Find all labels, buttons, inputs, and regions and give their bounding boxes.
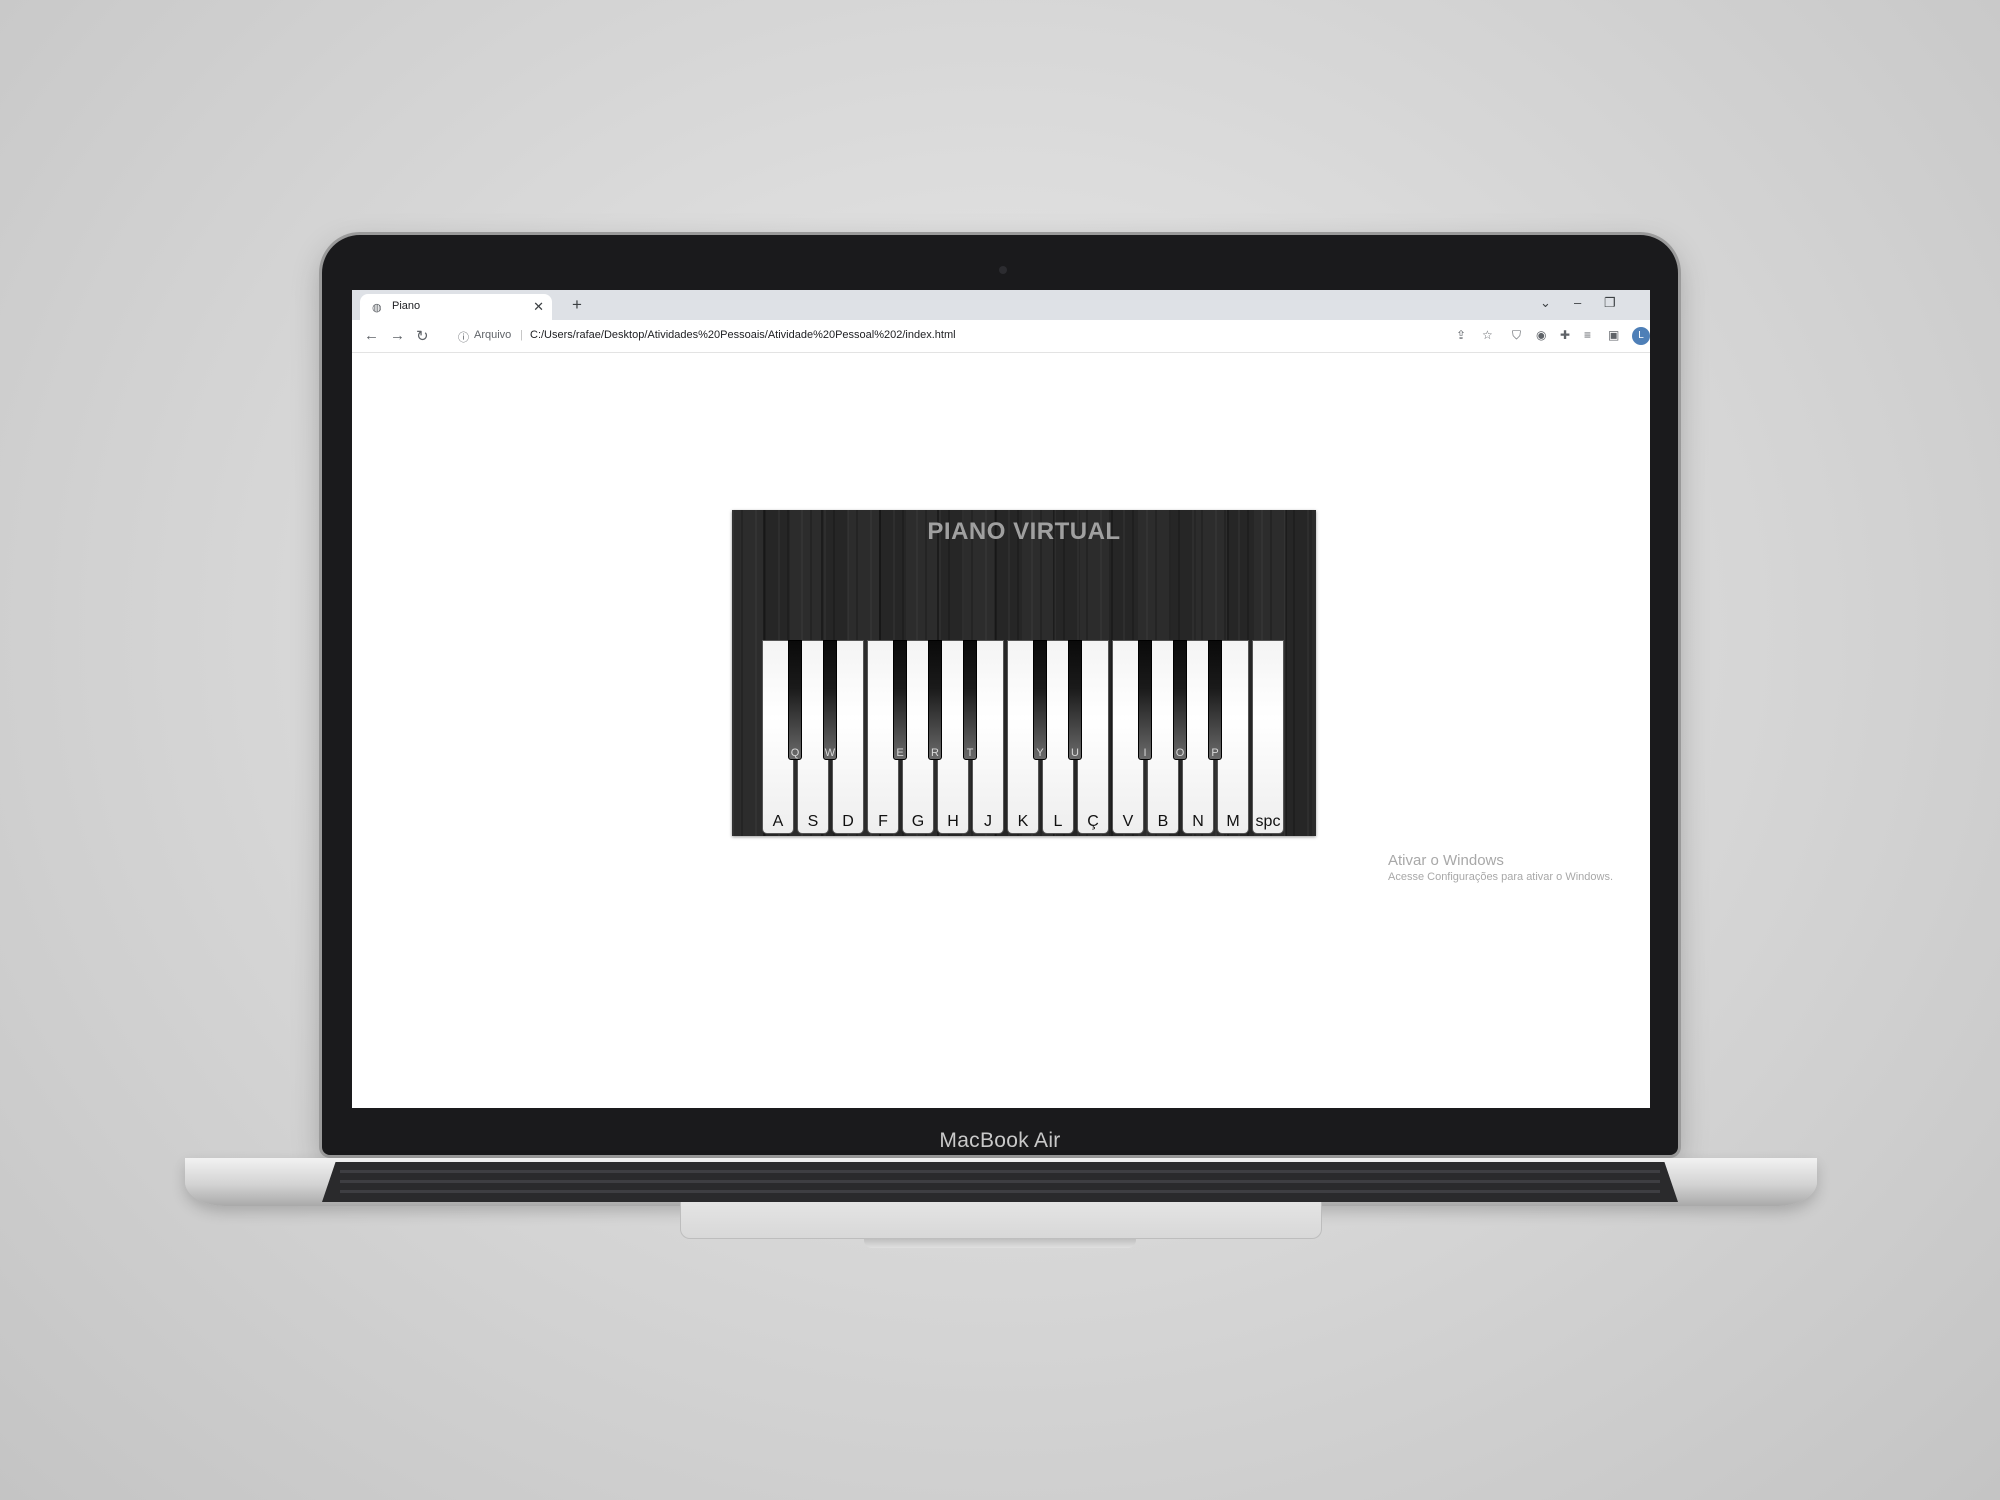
white-key-label: G — [911, 813, 925, 830]
white-key-label: A — [772, 813, 784, 830]
tab-bar: ◍ Piano ✕ + ⌄ – ❐ — [352, 290, 1650, 320]
trackpad — [680, 1202, 1322, 1239]
reload-button[interactable]: ↻ — [416, 327, 429, 345]
black-key-0[interactable]: Q — [788, 640, 802, 760]
new-tab-button[interactable]: + — [572, 295, 582, 315]
black-key-label: Q — [790, 747, 800, 759]
restore-button[interactable]: ❐ — [1604, 295, 1616, 311]
browser-toolbar: ← → ↻ ⓘ Arquivo | C:/Users/rafae/Desktop… — [352, 320, 1650, 353]
media-icon[interactable]: ≡ — [1584, 328, 1591, 342]
black-key-6[interactable]: U — [1068, 640, 1082, 760]
black-key-label: O — [1175, 747, 1185, 759]
white-key-label: J — [984, 813, 992, 830]
key-row — [340, 1180, 1660, 1183]
white-key-label: H — [947, 813, 959, 830]
black-key-9[interactable]: P — [1208, 640, 1222, 760]
shield-icon[interactable]: ⛉ — [1512, 328, 1521, 343]
white-key-label: F — [878, 813, 888, 830]
sidebar-icon[interactable]: ▣ — [1608, 328, 1619, 342]
url-text[interactable]: C:/Users/rafae/Desktop/Atividades%20Pess… — [530, 329, 956, 341]
black-key-7[interactable]: I — [1138, 640, 1152, 760]
key-row — [340, 1170, 1660, 1173]
lid-notch — [864, 1238, 1136, 1248]
tab-search-icon[interactable]: ⌄ — [1540, 295, 1551, 311]
white-key-label: B — [1157, 813, 1169, 830]
tab-title: Piano — [392, 300, 421, 312]
address-separator: | — [520, 329, 523, 341]
puzzle-icon[interactable]: ✚ — [1560, 328, 1570, 342]
black-key-2[interactable]: E — [893, 640, 907, 760]
forward-button[interactable]: → — [390, 327, 405, 344]
extension-circle-icon[interactable]: ◉ — [1536, 328, 1546, 342]
share-icon[interactable]: ⇪ — [1456, 328, 1466, 342]
close-tab-icon[interactable]: ✕ — [533, 299, 544, 315]
white-key-label: L — [1053, 813, 1063, 830]
white-key-label: spc — [1255, 813, 1281, 830]
black-key-label: I — [1143, 747, 1147, 759]
white-key-label: Ç — [1087, 813, 1099, 830]
watermark-subtitle: Acesse Configurações para ativar o Windo… — [1388, 871, 1613, 883]
black-key-3[interactable]: R — [928, 640, 942, 760]
windows-activation-watermark: Ativar o Windows Acesse Configurações pa… — [1388, 852, 1613, 883]
back-button[interactable]: ← — [364, 327, 379, 344]
black-key-1[interactable]: W — [823, 640, 837, 760]
black-key-label: W — [824, 747, 836, 759]
white-key-14[interactable]: spc — [1252, 640, 1284, 834]
black-key-label: U — [1071, 747, 1079, 759]
site-info-icon[interactable]: ⓘ — [458, 329, 469, 345]
white-key-label: M — [1226, 813, 1240, 830]
piano: PIANO VIRTUAL A S D F G H J K L Ç V B N Mspc Q W E R T Y U I… — [732, 510, 1316, 836]
black-key-label: E — [896, 747, 904, 759]
screen: ◍ Piano ✕ + ⌄ – ❐ ← → ↻ ⓘ Arquivo | C:/U… — [352, 290, 1650, 1108]
black-key-label: T — [966, 747, 974, 759]
black-key-label: P — [1211, 747, 1219, 759]
black-key-label: R — [931, 747, 939, 759]
black-key-5[interactable]: Y — [1033, 640, 1047, 760]
white-key-label: V — [1122, 813, 1134, 830]
minimize-button[interactable]: – — [1574, 295, 1581, 310]
profile-avatar[interactable]: L — [1632, 327, 1650, 345]
webcam — [999, 266, 1007, 274]
white-key-label: K — [1017, 813, 1029, 830]
watermark-title: Ativar o Windows — [1388, 852, 1504, 869]
white-key-label: N — [1192, 813, 1204, 830]
device-brand-label: MacBook Air — [939, 1129, 1061, 1152]
black-key-label: Y — [1036, 747, 1044, 759]
piano-title: PIANO VIRTUAL — [927, 518, 1121, 545]
key-row — [340, 1190, 1660, 1193]
globe-icon: ◍ — [372, 302, 382, 314]
address-bar[interactable]: ⓘ Arquivo | C:/Users/rafae/Desktop/Ativi… — [448, 324, 1448, 348]
star-icon[interactable]: ☆ — [1482, 328, 1493, 342]
black-key-8[interactable]: O — [1173, 640, 1187, 760]
tab-piano[interactable]: ◍ Piano ✕ — [360, 294, 552, 320]
white-key-label: S — [807, 813, 819, 830]
white-key-label: D — [842, 813, 854, 830]
scheme-label: Arquivo — [474, 329, 512, 341]
black-key-4[interactable]: T — [963, 640, 977, 760]
